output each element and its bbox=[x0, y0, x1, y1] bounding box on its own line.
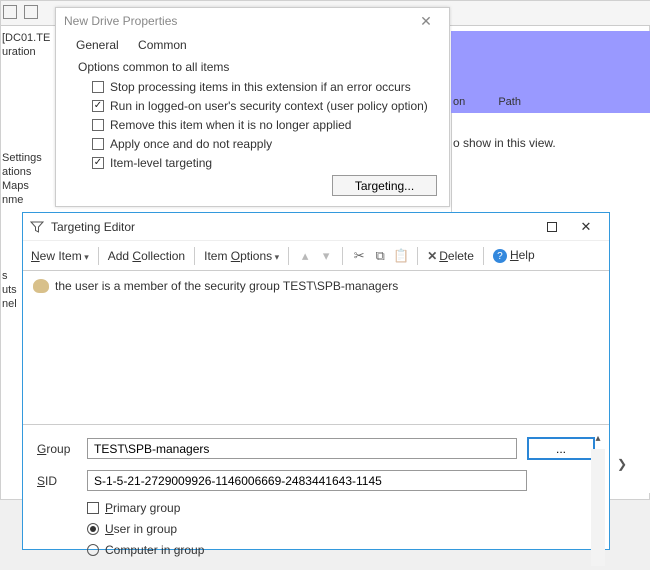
browse-button[interactable]: ... bbox=[527, 437, 595, 460]
scrollbar[interactable] bbox=[591, 449, 605, 566]
tree-item[interactable]: Settings bbox=[0, 152, 50, 164]
toolbar-icon[interactable] bbox=[24, 5, 38, 19]
computer-in-group-label: Computer in group bbox=[105, 543, 204, 557]
item-options-menu[interactable]: Item Options bbox=[202, 247, 281, 265]
computer-in-group-radio[interactable] bbox=[87, 544, 99, 556]
sid-input[interactable] bbox=[87, 470, 527, 491]
column-headers: on Path bbox=[453, 96, 551, 108]
checkbox-label: Remove this item when it is no longer ap… bbox=[110, 118, 351, 132]
checkbox-label: Run in logged-on user's security context… bbox=[110, 99, 428, 113]
add-collection-button[interactable]: Add Collection bbox=[106, 247, 187, 265]
new-item-menu[interactable]: NNew Itemew Item bbox=[29, 247, 91, 265]
move-down-icon[interactable]: ▾ bbox=[317, 247, 335, 265]
checkbox-remove-item[interactable] bbox=[92, 119, 104, 131]
tree-item[interactable]: [DC01.TE bbox=[0, 32, 50, 44]
empty-view-message: o show in this view. bbox=[453, 136, 556, 150]
targeting-button[interactable]: Targeting... bbox=[332, 175, 437, 196]
delete-button[interactable]: ✕Delete bbox=[425, 247, 476, 265]
primary-group-label: Primary group bbox=[105, 501, 180, 515]
group-label: Group bbox=[37, 442, 87, 456]
sid-label: SID bbox=[37, 474, 87, 488]
dialog-title: Targeting Editor bbox=[51, 220, 535, 234]
tree-item[interactable]: Maps bbox=[0, 180, 50, 192]
user-in-group-label: User in group bbox=[105, 522, 177, 536]
close-icon[interactable]: ✕ bbox=[411, 13, 441, 30]
rule-item[interactable]: the user is a member of the security gro… bbox=[33, 279, 599, 293]
dialog-title: New Drive Properties bbox=[64, 14, 177, 28]
close-icon[interactable]: ✕ bbox=[569, 216, 603, 238]
security-group-icon bbox=[33, 279, 49, 293]
checkbox-label: Item-level targeting bbox=[110, 156, 212, 170]
scroll-up-icon[interactable]: ▴ bbox=[591, 433, 605, 447]
filter-icon bbox=[29, 219, 45, 235]
col-action[interactable]: on bbox=[453, 96, 465, 108]
copy-icon[interactable]: ⧉ bbox=[371, 247, 389, 265]
targeting-editor-dialog: Targeting Editor ✕ NNew Itemew Item Add … bbox=[22, 212, 610, 550]
col-path[interactable]: Path bbox=[498, 96, 521, 108]
chevron-right-icon[interactable]: ❯ bbox=[617, 457, 627, 471]
group-input[interactable] bbox=[87, 438, 517, 459]
dialog-titlebar[interactable]: Targeting Editor ✕ bbox=[23, 213, 609, 241]
tree-item[interactable]: ations bbox=[0, 166, 50, 178]
options-header: Options common to all items bbox=[78, 60, 433, 74]
tree-item: uration bbox=[0, 46, 50, 58]
user-in-group-radio[interactable] bbox=[87, 523, 99, 535]
rule-properties-form: ▴ Group ... SID Primary group User in gr… bbox=[23, 425, 609, 570]
tab-general[interactable]: General bbox=[68, 34, 127, 55]
checkbox-stop-processing[interactable] bbox=[92, 81, 104, 93]
primary-group-checkbox[interactable] bbox=[87, 502, 99, 514]
cut-icon[interactable]: ✂ bbox=[350, 247, 368, 265]
toolbar: NNew Itemew Item Add Collection Item Opt… bbox=[23, 241, 609, 271]
rules-list[interactable]: the user is a member of the security gro… bbox=[23, 271, 609, 425]
help-button[interactable]: ?Help bbox=[491, 246, 537, 266]
toolbar-icon[interactable] bbox=[3, 5, 17, 19]
checkbox-label: Stop processing items in this extension … bbox=[110, 80, 411, 94]
checkbox-item-level-targeting[interactable] bbox=[92, 157, 104, 169]
checkbox-run-logged-on[interactable] bbox=[92, 100, 104, 112]
maximize-button[interactable] bbox=[535, 216, 569, 238]
checkbox-label: Apply once and do not reapply bbox=[110, 137, 272, 151]
paste-icon[interactable]: 📋 bbox=[392, 247, 410, 265]
move-up-icon[interactable]: ▴ bbox=[296, 247, 314, 265]
rule-text: the user is a member of the security gro… bbox=[55, 279, 398, 293]
tab-common[interactable]: Common bbox=[130, 34, 195, 55]
tab-strip: General Common bbox=[56, 34, 449, 56]
tree-item[interactable]: nme bbox=[0, 194, 50, 206]
drive-properties-dialog: New Drive Properties ✕ General Common Op… bbox=[55, 7, 450, 207]
dialog-titlebar[interactable]: New Drive Properties ✕ bbox=[56, 8, 449, 34]
checkbox-apply-once[interactable] bbox=[92, 138, 104, 150]
